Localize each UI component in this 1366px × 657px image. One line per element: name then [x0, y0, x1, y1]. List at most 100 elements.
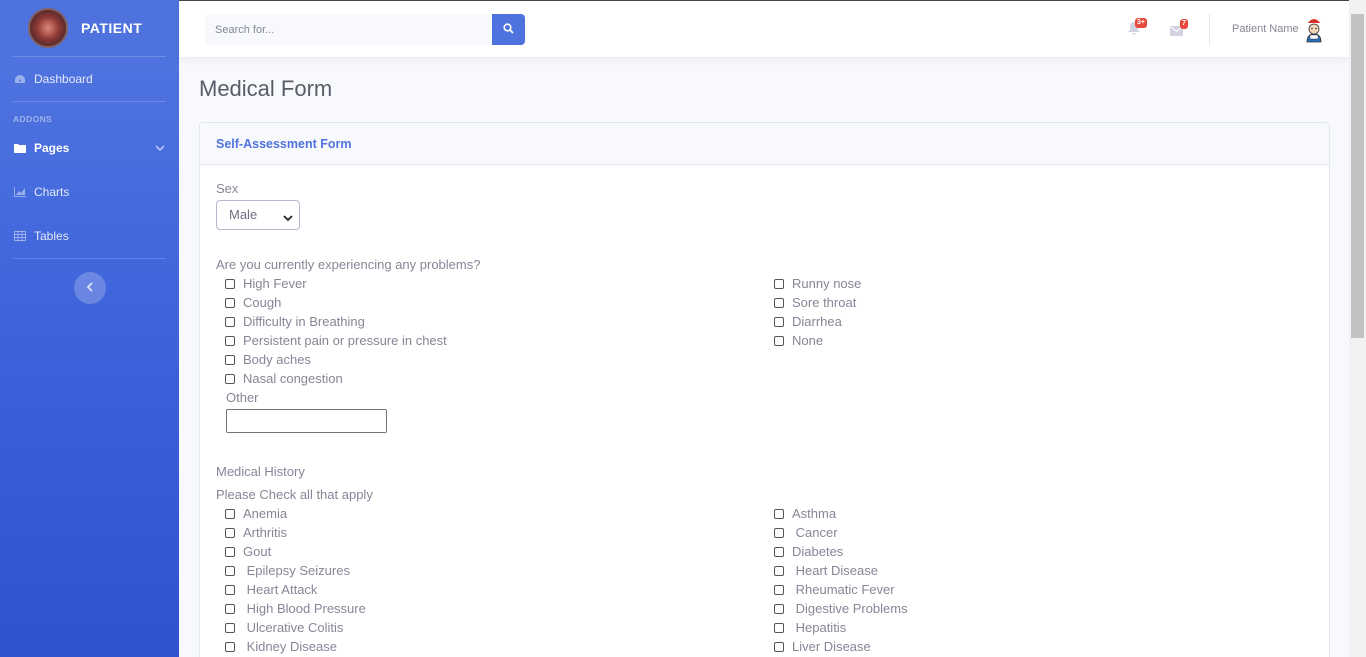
- problem-checkbox[interactable]: Cough: [225, 295, 281, 310]
- history-checkbox[interactable]: Ulcerative Colitis: [225, 620, 343, 635]
- history-checkbox[interactable]: Arthritis: [225, 525, 287, 540]
- checkbox-label: Persistent pain or pressure in chest: [243, 333, 447, 348]
- messages-badge: 7: [1180, 19, 1188, 29]
- search-button[interactable]: [492, 14, 525, 45]
- checkbox[interactable]: [225, 373, 235, 384]
- problem-checkbox[interactable]: Nasal congestion: [225, 371, 343, 386]
- history-checkbox[interactable]: Gout: [225, 544, 271, 559]
- history-checkbox[interactable]: Heart Attack: [225, 582, 317, 597]
- checkbox-label: Cancer: [792, 525, 838, 540]
- history-checkbox[interactable]: High Blood Pressure: [225, 601, 366, 616]
- checkbox-label: Hepatitis: [792, 620, 847, 635]
- checkbox[interactable]: [225, 584, 235, 595]
- card-header: Self-Assessment Form: [200, 123, 1329, 165]
- checkbox-label: Rheumatic Fever: [792, 582, 895, 597]
- sidebar-item-charts[interactable]: Charts: [0, 170, 179, 214]
- checkbox[interactable]: [225, 278, 235, 289]
- checkbox[interactable]: [225, 354, 235, 365]
- checkbox-label: Heart Disease: [792, 563, 878, 578]
- checkbox[interactable]: [774, 316, 784, 327]
- checkbox[interactable]: [225, 565, 235, 576]
- medical-history-sub: Please Check all that apply: [216, 487, 373, 502]
- checkbox[interactable]: [774, 527, 784, 538]
- problem-checkbox[interactable]: High Fever: [225, 276, 307, 291]
- sidebar-item-dashboard[interactable]: Dashboard: [0, 57, 179, 101]
- medical-form-card: Self-Assessment Form Sex Male Are you cu…: [199, 122, 1330, 657]
- history-checkbox[interactable]: Kidney Disease: [225, 639, 337, 654]
- checkbox-label: Liver Disease: [792, 639, 871, 654]
- search-input[interactable]: [205, 14, 492, 45]
- sex-select[interactable]: Male: [216, 200, 300, 230]
- history-checkbox[interactable]: Digestive Problems: [774, 601, 908, 616]
- checkbox[interactable]: [774, 641, 784, 652]
- brand-logo: [28, 8, 68, 48]
- checkbox-label: Digestive Problems: [792, 601, 908, 616]
- sex-label: Sex: [216, 181, 239, 196]
- page-title: Medical Form: [199, 76, 333, 101]
- checkbox[interactable]: [225, 297, 235, 308]
- topbar: 3+ 7 Patient Name: [179, 0, 1349, 57]
- other-input[interactable]: [226, 409, 387, 433]
- history-checkbox[interactable]: Epilepsy Seizures: [225, 563, 350, 578]
- checkbox-label: Ulcerative Colitis: [243, 620, 344, 635]
- search-icon: [503, 22, 514, 37]
- history-checkbox[interactable]: Rheumatic Fever: [774, 582, 895, 597]
- checkbox[interactable]: [225, 316, 235, 327]
- checkbox-label: Anemia: [243, 506, 288, 521]
- checkbox-label: Diarrhea: [792, 314, 842, 329]
- checkbox[interactable]: [774, 584, 784, 595]
- history-checkbox[interactable]: Hepatitis: [774, 620, 846, 635]
- checkbox[interactable]: [774, 297, 784, 308]
- history-checkbox[interactable]: Heart Disease: [774, 563, 878, 578]
- sidebar-item-pages[interactable]: Pages: [0, 126, 179, 170]
- checkbox-label: Body aches: [243, 352, 311, 367]
- checkbox[interactable]: [774, 622, 784, 633]
- checkbox[interactable]: [225, 546, 235, 557]
- history-checkbox[interactable]: Diabetes: [774, 544, 843, 559]
- history-checkbox[interactable]: Cancer: [774, 525, 838, 540]
- sidebar-item-label: Pages: [34, 141, 70, 155]
- problem-checkbox[interactable]: Sore throat: [774, 295, 856, 310]
- history-checkbox[interactable]: Liver Disease: [774, 639, 871, 654]
- checkbox[interactable]: [774, 335, 784, 346]
- checkbox-label: Sore throat: [792, 295, 857, 310]
- problem-checkbox[interactable]: Body aches: [225, 352, 311, 367]
- brand[interactable]: PATIENT: [0, 0, 179, 56]
- checkbox[interactable]: [225, 335, 235, 346]
- chart-area-icon: [14, 186, 26, 198]
- problem-checkbox[interactable]: Runny nose: [774, 276, 861, 291]
- avatar[interactable]: [1302, 16, 1326, 43]
- sidebar-item-label: Charts: [34, 185, 70, 199]
- checkbox[interactable]: [774, 508, 784, 519]
- problem-checkbox[interactable]: None: [774, 333, 823, 348]
- user-name[interactable]: Patient Name: [1232, 23, 1299, 35]
- checkbox[interactable]: [225, 508, 235, 519]
- card-title: Self-Assessment Form: [216, 137, 352, 151]
- checkbox[interactable]: [774, 603, 784, 614]
- history-checkbox[interactable]: Anemia: [225, 506, 287, 521]
- problem-checkbox[interactable]: Difficulty in Breathing: [225, 314, 365, 329]
- checkbox-label: Difficulty in Breathing: [243, 314, 365, 329]
- checkbox[interactable]: [774, 546, 784, 557]
- brand-title: PATIENT: [81, 20, 143, 36]
- checkbox[interactable]: [225, 622, 235, 633]
- checkbox[interactable]: [225, 641, 235, 652]
- alerts-dropdown[interactable]: 3+: [1128, 18, 1147, 40]
- sidebar-toggle-button[interactable]: [73, 272, 106, 304]
- sidebar-item-label: Dashboard: [34, 72, 93, 86]
- messages-dropdown[interactable]: 7: [1170, 19, 1188, 41]
- sidebar-item-tables[interactable]: Tables: [0, 214, 179, 258]
- medical-history-label: Medical History: [216, 464, 305, 479]
- scrollbar-thumb[interactable]: [1351, 14, 1364, 338]
- checkbox[interactable]: [774, 278, 784, 289]
- scrollbar[interactable]: [1349, 0, 1366, 657]
- problem-checkbox[interactable]: Diarrhea: [774, 314, 842, 329]
- checkbox[interactable]: [225, 527, 235, 538]
- problem-checkbox[interactable]: Persistent pain or pressure in chest: [225, 333, 447, 348]
- sidebar-item-label: Tables: [34, 229, 69, 243]
- search-bar: [205, 14, 525, 45]
- checkbox-label: Asthma: [792, 506, 837, 521]
- checkbox[interactable]: [774, 565, 784, 576]
- checkbox[interactable]: [225, 603, 235, 614]
- history-checkbox[interactable]: Asthma: [774, 506, 836, 521]
